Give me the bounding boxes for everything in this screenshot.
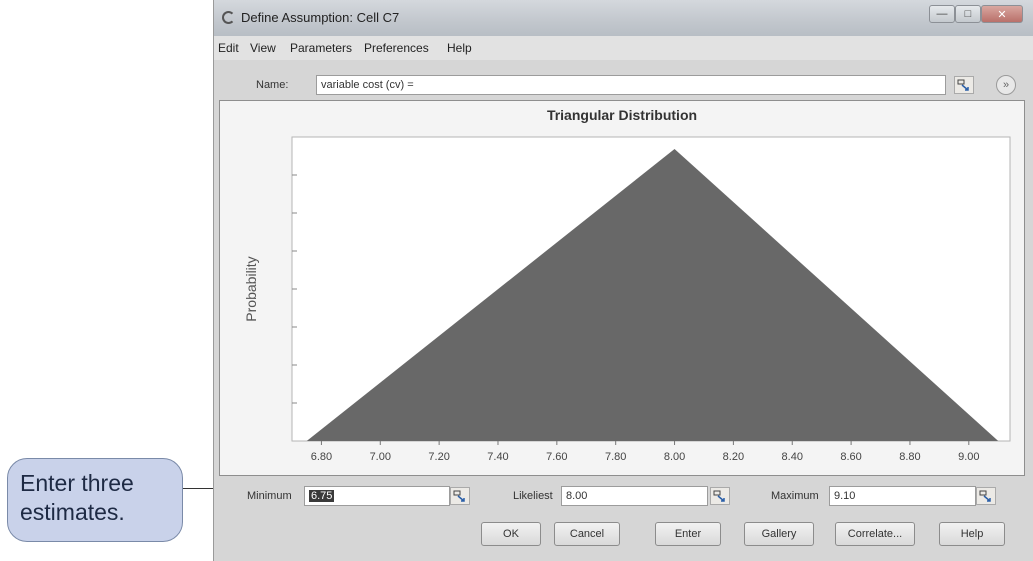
x-tick-label: 8.20	[723, 451, 744, 463]
menu-help[interactable]: Help	[447, 41, 472, 55]
close-button[interactable]: ✕	[981, 5, 1023, 23]
parameter-row: Minimum 6.75 Likeliest 8.00 Maximum 9.10	[214, 480, 1033, 510]
menu-bar: Edit View Parameters Preferences Help	[214, 36, 1033, 60]
cell-reference-icon	[979, 490, 991, 502]
likeliest-field[interactable]: 8.00	[561, 486, 708, 506]
minimum-value: 6.75	[309, 490, 335, 502]
x-tick-label: 7.20	[428, 451, 449, 463]
button-row: OK Cancel Enter Gallery Correlate... Hel…	[214, 522, 1033, 548]
enter-button[interactable]: Enter	[655, 522, 721, 546]
name-row: Name: variable cost (cv) =	[214, 62, 1033, 98]
menu-preferences[interactable]: Preferences	[364, 41, 429, 55]
window-controls: — □ ✕	[929, 5, 1023, 23]
x-tick-label: 7.60	[546, 451, 567, 463]
expand-icon[interactable]: »	[996, 75, 1016, 95]
callout-box: Enter three estimates.	[7, 458, 183, 542]
name-cell-reference-button[interactable]	[954, 76, 974, 94]
x-tick-label: 7.80	[605, 451, 626, 463]
maximize-button[interactable]: □	[955, 5, 981, 23]
callout-line-2: estimates.	[20, 499, 125, 525]
define-assumption-dialog: Define Assumption: Cell C7 — □ ✕ Edit Vi…	[213, 0, 1033, 561]
cell-reference-icon	[453, 490, 465, 502]
maximum-field[interactable]: 9.10	[829, 486, 976, 506]
cell-reference-icon	[713, 490, 725, 502]
gallery-button[interactable]: Gallery	[744, 522, 814, 546]
x-tick-label: 8.40	[782, 451, 803, 463]
minimum-field[interactable]: 6.75	[304, 486, 450, 506]
likeliest-label: Likeliest	[513, 490, 553, 502]
menu-view[interactable]: View	[250, 41, 276, 55]
title-bar[interactable]: Define Assumption: Cell C7 — □ ✕	[214, 0, 1033, 36]
maximum-cell-reference-button[interactable]	[976, 487, 996, 505]
maximum-label: Maximum	[771, 490, 819, 502]
correlate-button[interactable]: Correlate...	[835, 522, 915, 546]
minimum-cell-reference-button[interactable]	[450, 487, 470, 505]
x-tick-label: 7.00	[370, 451, 391, 463]
cancel-button[interactable]: Cancel	[554, 522, 620, 546]
name-field[interactable]: variable cost (cv) =	[316, 75, 946, 95]
minimize-button[interactable]: —	[929, 5, 955, 23]
window-title: Define Assumption: Cell C7	[241, 10, 400, 25]
help-button[interactable]: Help	[939, 522, 1005, 546]
distribution-chart: 6.80 7.00 7.20 7.40 7.60 7.80 8.00 8.20 8.40 8.60…	[243, 136, 1011, 463]
x-tick-label: 6.80	[311, 451, 332, 463]
x-tick-label: 8.60	[840, 451, 861, 463]
menu-edit[interactable]: Edit	[218, 41, 239, 55]
name-label: Name:	[256, 79, 289, 91]
chart-panel: Triangular Distribution 6.80 7.00 7.20 7.40…	[219, 100, 1025, 476]
y-axis-label: Probability	[243, 256, 259, 321]
x-tick-label: 7.40	[487, 451, 508, 463]
callout-line-1: Enter three	[20, 470, 134, 496]
ok-button[interactable]: OK	[481, 522, 541, 546]
x-tick-label: 9.00	[958, 451, 979, 463]
x-tick-label: 8.00	[664, 451, 685, 463]
menu-parameters[interactable]: Parameters	[290, 41, 352, 55]
x-tick-label: 8.80	[899, 451, 920, 463]
cell-reference-icon	[957, 79, 969, 91]
minimum-label: Minimum	[247, 490, 292, 502]
likeliest-cell-reference-button[interactable]	[710, 487, 730, 505]
app-icon	[222, 11, 235, 24]
